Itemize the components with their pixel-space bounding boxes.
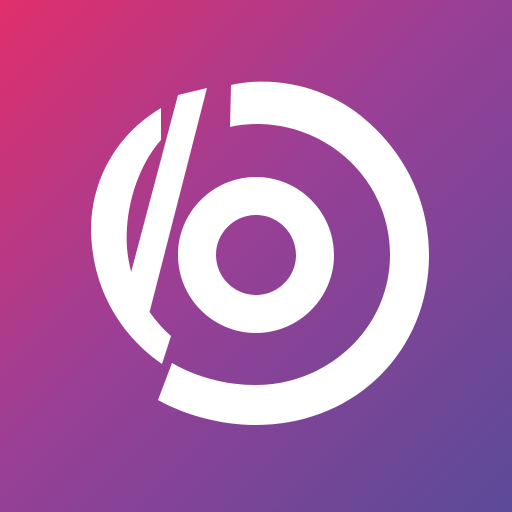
app-icon	[0, 0, 512, 512]
app-icon-svg	[0, 0, 512, 512]
gradient-background	[0, 0, 512, 512]
